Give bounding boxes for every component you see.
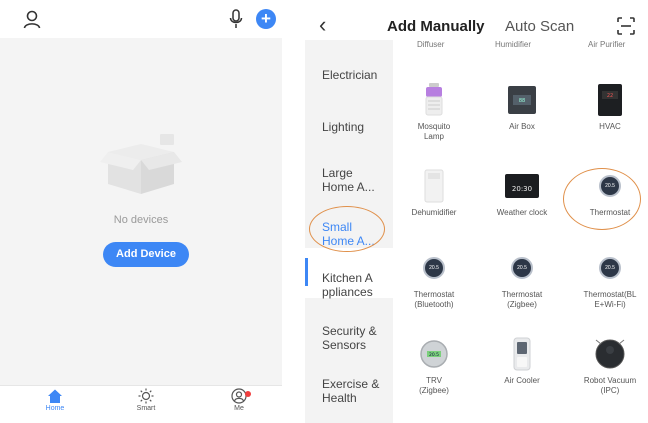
tab-add-manually[interactable]: Add Manually [387, 18, 485, 35]
device-label: Thermostat(BL E+Wi-Fi) [583, 290, 637, 309]
device-weather-clock[interactable]: 20:30 Weather clock [479, 168, 565, 218]
category-sidebar: Electrician Lighting Large Home A... Sma… [305, 40, 393, 423]
device-mosquito-lamp[interactable]: Mosquito Lamp [391, 82, 477, 142]
device-robot-vacuum[interactable]: Robot Vacuum (IPC) [567, 336, 648, 396]
empty-box-icon [100, 134, 182, 194]
device-label: Dehumidifier [411, 208, 457, 217]
device-label: Thermostat (Bluetooth) [413, 290, 455, 309]
air-cooler-icon [502, 336, 542, 372]
sidebar-item-lighting[interactable]: Lighting [322, 120, 390, 134]
weather-clock-icon: 20:30 [502, 168, 542, 204]
device-thermostat-zigbee[interactable]: 20.5 Thermostat (Zigbee) [479, 250, 565, 310]
robot-vacuum-icon [590, 336, 630, 372]
dehumidifier-icon [414, 168, 454, 204]
empty-state-text: No devices [113, 214, 169, 226]
device-air-box[interactable]: 88 Air Box [479, 82, 565, 132]
tab-home-label: Home [45, 405, 65, 412]
thermostat-icon: 20.5 [502, 250, 542, 286]
device-label: Thermostat [589, 208, 631, 217]
user-icon[interactable] [22, 9, 42, 29]
device-label: Mosquito Lamp [417, 122, 451, 141]
sun-icon [138, 388, 154, 404]
device-air-cooler[interactable]: Air Cooler [479, 336, 565, 386]
tab-smart-label: Smart [136, 405, 156, 412]
tab-home[interactable]: Home [25, 388, 85, 412]
sidebar-item-security-sensors[interactable]: Security & Sensors [322, 324, 390, 352]
cut-label-air-purifier: Air Purifier [588, 40, 626, 49]
device-label: HVAC [599, 122, 621, 131]
sidebar-item-small-home-appliances[interactable]: Small Home A... [322, 220, 390, 248]
device-dehumidifier[interactable]: Dehumidifier [391, 168, 477, 218]
sidebar-item-electrician[interactable]: Electrician [322, 68, 390, 82]
hvac-icon: 22 [590, 82, 630, 118]
sidebar-item-kitchen-appliances[interactable]: Kitchen A ppliances [322, 271, 390, 299]
notification-dot [245, 391, 251, 397]
scan-icon[interactable] [617, 17, 635, 35]
air-box-icon: 88 [502, 82, 542, 118]
back-icon[interactable]: ‹ [319, 14, 326, 36]
profile-icon [231, 388, 247, 404]
bottom-tab-bar: Home Smart Me [0, 385, 282, 423]
cut-label-diffuser: Diffuser [417, 40, 445, 49]
add-icon[interactable]: + [256, 9, 276, 29]
device-thermostat-ble-wifi[interactable]: 20.5 Thermostat(BL E+Wi-Fi) [567, 250, 648, 310]
device-label: TRV (Zigbee) [419, 376, 449, 395]
trv-icon: 20.5 [414, 336, 454, 372]
device-trv-zigbee[interactable]: 20.5 TRV (Zigbee) [391, 336, 477, 396]
svg-text:22: 22 [607, 93, 613, 99]
home-icon [48, 389, 62, 403]
home-top-bar: + [0, 0, 282, 38]
microphone-icon[interactable] [228, 9, 244, 29]
device-label: Air Box [509, 122, 535, 131]
svg-text:20.5: 20.5 [429, 352, 439, 358]
tab-auto-scan[interactable]: Auto Scan [505, 18, 574, 35]
home-screen: + No devices Add Device Home Smart Me [0, 0, 282, 423]
device-label: Robot Vacuum (IPC) [583, 376, 637, 395]
mosquito-lamp-icon [414, 82, 454, 118]
svg-text:20:30: 20:30 [512, 185, 532, 193]
tab-me[interactable]: Me [209, 388, 269, 412]
device-label: Air Cooler [504, 376, 540, 385]
device-thermostat-bluetooth[interactable]: 20.5 Thermostat (Bluetooth) [391, 250, 477, 310]
add-device-screen: ‹ Add Manually Auto Scan Electrician Lig… [305, 0, 648, 423]
sidebar-item-exercise-health[interactable]: Exercise & Health [322, 377, 390, 405]
sidebar-active-indicator [305, 258, 308, 286]
thermostat-icon: 20.5 [414, 250, 454, 286]
add-device-button[interactable]: Add Device [103, 242, 189, 267]
device-hvac[interactable]: 22 HVAC [567, 82, 648, 132]
device-label: Thermostat (Zigbee) [501, 290, 543, 309]
thermostat-icon: 20.5 [590, 250, 630, 286]
sidebar-item-large-home-appliances[interactable]: Large Home A... [322, 166, 390, 194]
tab-me-label: Me [234, 405, 244, 412]
device-thermostat[interactable]: 20.5 Thermostat [567, 168, 648, 218]
svg-text:88: 88 [519, 98, 525, 104]
device-label: Weather clock [496, 208, 548, 217]
cut-label-humidifier: Humidifier [495, 40, 532, 49]
thermostat-icon: 20.5 [590, 168, 630, 204]
tab-smart[interactable]: Smart [116, 388, 176, 412]
